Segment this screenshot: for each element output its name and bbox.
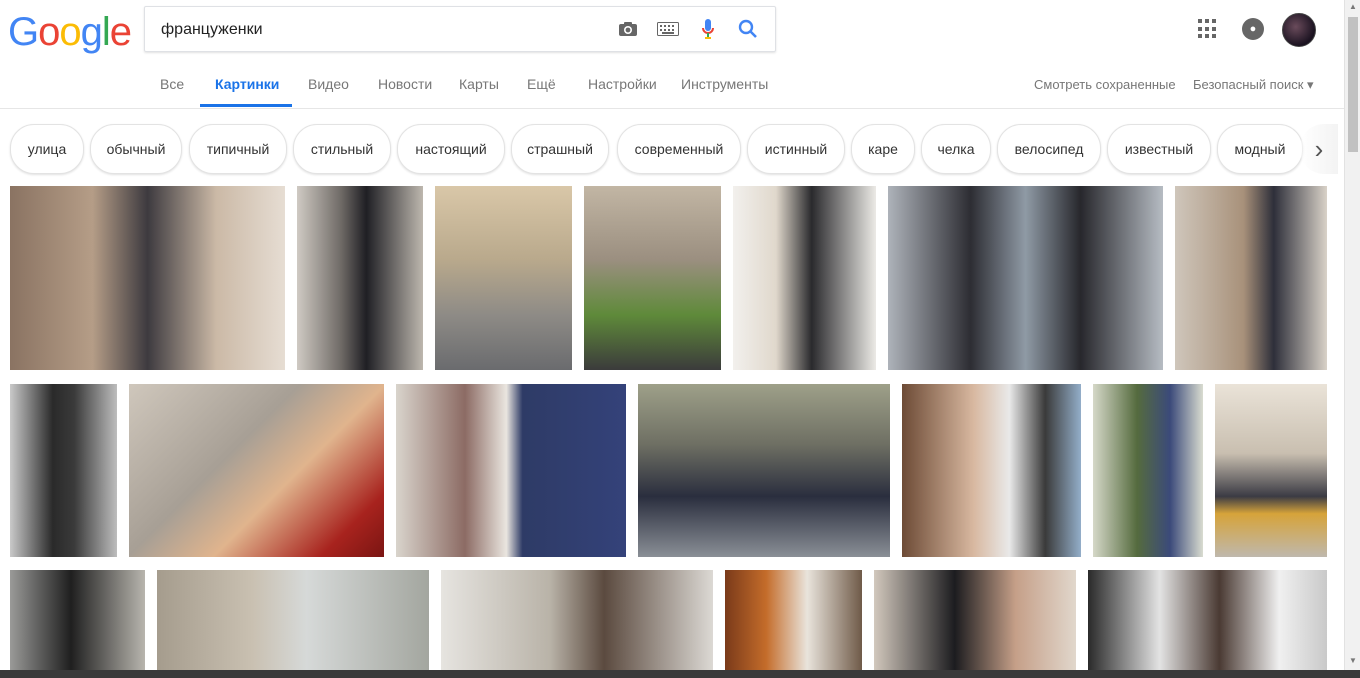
image-result[interactable] (10, 186, 285, 370)
image-result[interactable] (297, 186, 423, 370)
chip[interactable]: обычный (90, 124, 182, 174)
chip[interactable]: велосипед (997, 124, 1101, 174)
apps-grid-icon[interactable] (1198, 19, 1218, 39)
image-result[interactable] (10, 384, 117, 557)
image-result[interactable] (584, 186, 721, 370)
image-result[interactable] (638, 384, 890, 557)
image-result[interactable] (1215, 384, 1327, 557)
tab-all[interactable]: Все (160, 76, 184, 92)
image-result[interactable] (10, 570, 145, 670)
search-icon[interactable] (737, 18, 759, 40)
chevron-right-icon[interactable]: › (1300, 124, 1338, 174)
chip[interactable]: типичный (189, 124, 287, 174)
logo-letter: G (8, 10, 39, 54)
logo-letter: e (109, 10, 132, 54)
related-chips-bar: улица обычный типичный стильный настоящи… (0, 124, 1338, 174)
image-result[interactable] (157, 570, 429, 670)
tab-more[interactable]: Ещё (527, 76, 556, 92)
google-logo[interactable]: Google (8, 10, 132, 55)
tab-news[interactable]: Новости (378, 76, 432, 92)
tab-maps[interactable]: Карты (459, 76, 499, 92)
logo-letter: l (101, 10, 111, 54)
safe-search-dropdown[interactable]: Безопасный поиск ▾ (1193, 77, 1314, 93)
header: Google ● Все Картинки Видео Новости Карт… (0, 0, 1344, 109)
keyboard-icon[interactable] (657, 18, 679, 40)
vertical-scrollbar[interactable]: ▲ ▼ (1344, 0, 1360, 670)
chip[interactable]: истинный (747, 124, 845, 174)
search-box (144, 6, 776, 52)
chip[interactable]: модный (1217, 124, 1303, 174)
tab-video[interactable]: Видео (308, 76, 349, 92)
chip[interactable]: каре (851, 124, 915, 174)
image-result[interactable] (725, 570, 862, 670)
saved-images-link[interactable]: Смотреть сохраненные (1034, 77, 1176, 92)
image-result[interactable] (1093, 384, 1203, 557)
image-result[interactable] (902, 384, 1081, 557)
chip[interactable]: известный (1107, 124, 1211, 174)
chip[interactable]: стильный (293, 124, 391, 174)
camera-icon[interactable] (617, 18, 639, 40)
chip[interactable]: челка (921, 124, 991, 174)
search-input[interactable] (159, 17, 603, 43)
mic-icon[interactable] (697, 18, 719, 40)
notifications-icon[interactable]: ● (1242, 18, 1264, 40)
chip[interactable]: современный (617, 124, 741, 174)
scrollbar-thumb[interactable] (1348, 17, 1358, 152)
image-result[interactable] (129, 384, 384, 557)
scroll-down-icon[interactable]: ▼ (1348, 656, 1358, 668)
taskbar (0, 670, 1360, 678)
chip[interactable]: настоящий (397, 124, 505, 174)
image-result[interactable] (396, 384, 626, 557)
image-result[interactable] (874, 570, 1076, 670)
image-result[interactable] (1088, 570, 1327, 670)
tab-images[interactable]: Картинки (215, 76, 279, 92)
chip[interactable]: страшный (511, 124, 609, 174)
logo-letter: g (80, 10, 103, 54)
chip[interactable]: улица (10, 124, 84, 174)
tab-settings[interactable]: Настройки (588, 76, 657, 92)
image-result[interactable] (733, 186, 876, 370)
scroll-up-icon[interactable]: ▲ (1348, 2, 1358, 14)
image-result[interactable] (888, 186, 1163, 370)
image-result[interactable] (435, 186, 572, 370)
active-tab-indicator (200, 104, 292, 107)
account-avatar[interactable] (1282, 13, 1316, 47)
logo-letter: o (38, 10, 60, 54)
image-result[interactable] (1175, 186, 1327, 370)
tab-tools[interactable]: Инструменты (681, 76, 768, 92)
image-result[interactable] (441, 570, 713, 670)
logo-letter: o (59, 10, 81, 54)
